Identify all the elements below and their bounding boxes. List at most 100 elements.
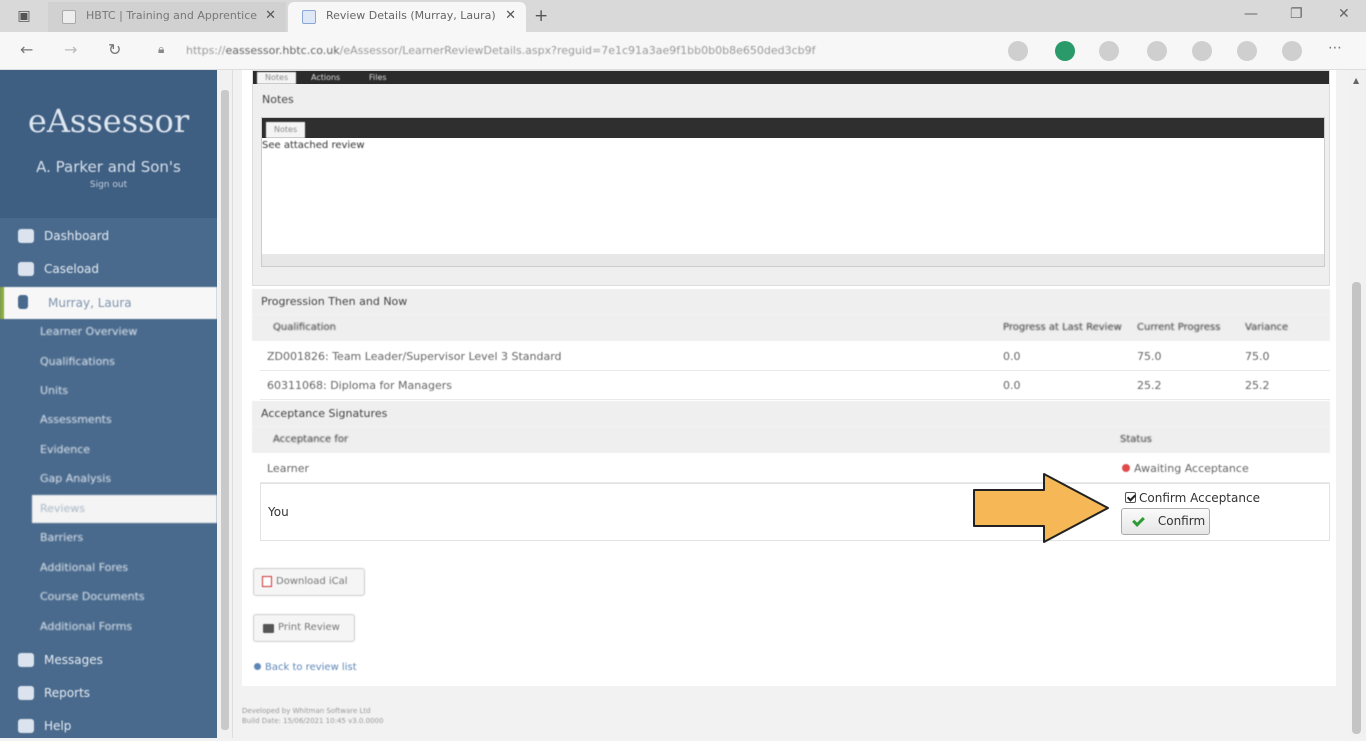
- url-field[interactable]: https://eassessor.hbtc.co.uk/eAssessor/L…: [186, 44, 816, 57]
- confirm-button[interactable]: Confirm: [1121, 508, 1210, 535]
- sidebar-scrollbar[interactable]: [217, 70, 233, 738]
- tab-actions[interactable]: Actions: [303, 72, 348, 84]
- browser-tab-2[interactable]: Review Details (Murray, Laura) ✕: [288, 2, 526, 32]
- tab-actions-icon[interactable]: ▣: [10, 6, 38, 26]
- sidebar: eAssessor A. Parker and Son's Sign out D…: [0, 70, 217, 738]
- more-menu-icon[interactable]: ⋯: [1328, 40, 1342, 56]
- organisation-name: A. Parker and Son's: [36, 158, 181, 176]
- sidebar-subitem-assessments[interactable]: Assessments: [32, 406, 217, 434]
- sidebar-item-help[interactable]: Help: [0, 711, 217, 741]
- footer-developer: Developed by Whitman Software Ltd: [242, 707, 371, 715]
- extensions-puzzle-icon[interactable]: [1147, 41, 1167, 61]
- tab-notes[interactable]: Notes: [257, 72, 297, 84]
- table-row: Learner Awaiting Acceptance: [260, 455, 1330, 483]
- close-tab-icon[interactable]: ✕: [505, 2, 516, 30]
- editor-resize-bar[interactable]: [262, 254, 1324, 266]
- close-tab-icon[interactable]: ✕: [265, 2, 276, 30]
- scrollbar-thumb[interactable]: [221, 90, 229, 730]
- reports-icon: [18, 686, 34, 700]
- sidebar-subitem-course-documents[interactable]: Course Documents: [32, 583, 217, 611]
- sidebar-item-label: Messages: [44, 653, 103, 667]
- sidebar-subitem-barriers[interactable]: Barriers: [32, 524, 217, 552]
- notes-text[interactable]: See attached review: [262, 140, 365, 151]
- confirm-acceptance-checkbox[interactable]: Confirm Acceptance: [1125, 491, 1260, 505]
- confirm-button-label: Confirm: [1157, 514, 1206, 528]
- close-window-button[interactable]: ✕: [1338, 6, 1350, 22]
- tab-files[interactable]: Files: [361, 72, 395, 84]
- you-acceptance-row: You Confirm Acceptance Confirm: [260, 483, 1330, 541]
- sidebar-subitem-units[interactable]: Units: [32, 377, 217, 405]
- back-icon: [254, 663, 261, 670]
- sidebar-item-caseload[interactable]: Caseload: [0, 254, 217, 284]
- favorites-icon[interactable]: [1192, 41, 1212, 61]
- scroll-up-icon[interactable]: ▲: [1353, 76, 1359, 85]
- read-aloud-icon[interactable]: [1008, 41, 1028, 61]
- you-label: You: [268, 505, 289, 519]
- main-content: Notes Actions Files Notes Notes See atta…: [242, 70, 1336, 686]
- notes-editor[interactable]: Notes See attached review: [261, 117, 1325, 267]
- sidebar-item-label: Murray, Laura: [48, 296, 132, 310]
- browser-tab-1[interactable]: HBTC | Training and Apprentice ✕: [48, 2, 286, 32]
- sidebar-item-dashboard[interactable]: Dashboard: [0, 221, 217, 251]
- sidebar-subitem-evidence[interactable]: Evidence: [32, 436, 217, 464]
- column-header: Acceptance for: [273, 434, 349, 445]
- editor-toolbar: Notes: [262, 118, 1324, 138]
- refresh-icon[interactable]: ↻: [108, 40, 121, 59]
- print-review-button[interactable]: Print Review: [253, 614, 355, 642]
- tab-favicon-icon: [62, 10, 76, 24]
- table-cell: 75.0: [1245, 350, 1270, 363]
- brand-header: eAssessor A. Parker and Son's Sign out: [0, 70, 217, 218]
- sidebar-subitem-reviews[interactable]: Reviews: [32, 495, 217, 523]
- column-header: Qualification: [273, 322, 336, 333]
- scrollbar-thumb[interactable]: [1352, 282, 1361, 734]
- sidebar-item-label: Help: [44, 719, 72, 733]
- browser-tabbar: ▣ HBTC | Training and Apprentice ✕ Revie…: [0, 0, 1366, 32]
- app-logo[interactable]: eAssessor: [0, 102, 217, 140]
- collections-icon[interactable]: [1237, 41, 1257, 61]
- checkbox-checked-icon[interactable]: [1125, 492, 1136, 503]
- checkmark-icon: [1132, 514, 1145, 527]
- table-cell: Learner: [267, 462, 310, 475]
- sign-out-link[interactable]: Sign out: [0, 180, 217, 190]
- sidebar-subitem-qualifications[interactable]: Qualifications: [32, 348, 217, 376]
- sidebar-subitem-additional-fores[interactable]: Additional Fores: [32, 554, 217, 582]
- column-header: Variance: [1245, 322, 1289, 333]
- sidebar-item-reports[interactable]: Reports: [0, 678, 217, 708]
- sidebar-subitem-additional-forms[interactable]: Additional Forms: [32, 613, 217, 641]
- back-link-label: Back to review list: [265, 662, 357, 673]
- table-cell: 0.0: [1003, 379, 1021, 392]
- sidebar-subitem-learner-overview[interactable]: Learner Overview: [32, 318, 217, 346]
- error-icon: [1122, 464, 1130, 472]
- sidebar-item-messages[interactable]: Messages: [0, 645, 217, 675]
- maximize-button[interactable]: ❐: [1290, 6, 1303, 22]
- forward-arrow-icon[interactable]: →: [64, 40, 77, 59]
- profile-icon[interactable]: [1282, 41, 1302, 61]
- status-cell: Awaiting Acceptance: [1122, 455, 1249, 483]
- sidebar-item-label: Dashboard: [44, 229, 110, 243]
- new-tab-button[interactable]: +: [534, 6, 548, 26]
- editor-tab-notes[interactable]: Notes: [266, 122, 306, 138]
- back-arrow-icon[interactable]: ←: [20, 40, 33, 59]
- person-icon: [18, 295, 28, 309]
- browser-tab-1-label: HBTC | Training and Apprentice: [86, 9, 258, 22]
- notes-tabbar: Notes Actions Files: [253, 71, 1329, 84]
- confirm-acceptance-label: Confirm Acceptance: [1139, 491, 1260, 505]
- download-ical-label: Download iCal: [276, 576, 348, 587]
- acceptance-heading: Acceptance Signatures: [252, 401, 1330, 427]
- sidebar-subitem-gap-analysis[interactable]: Gap Analysis: [32, 465, 217, 493]
- browser-tab-2-label: Review Details (Murray, Laura): [326, 9, 496, 22]
- page-footer: Developed by Whitman Software Ltd Build …: [242, 706, 383, 726]
- back-to-review-list-link[interactable]: Back to review list: [254, 662, 357, 673]
- notes-panel: Notes Actions Files Notes Notes See atta…: [252, 70, 1330, 286]
- page-scrollbar[interactable]: ▲: [1348, 70, 1366, 738]
- download-ical-button[interactable]: Download iCal: [253, 568, 365, 596]
- extension-green-icon[interactable]: [1055, 41, 1075, 61]
- sidebar-item-learner[interactable]: Murray, Laura: [0, 287, 217, 319]
- minimize-button[interactable]: —: [1244, 6, 1258, 22]
- column-header: Status: [1120, 434, 1152, 445]
- extension-icon[interactable]: [1099, 41, 1119, 61]
- acceptance-header-row: Acceptance for Status: [252, 427, 1330, 453]
- lock-icon[interactable]: 🔒︎: [158, 42, 172, 58]
- dashboard-icon: [18, 229, 34, 243]
- calendar-icon: [262, 576, 272, 587]
